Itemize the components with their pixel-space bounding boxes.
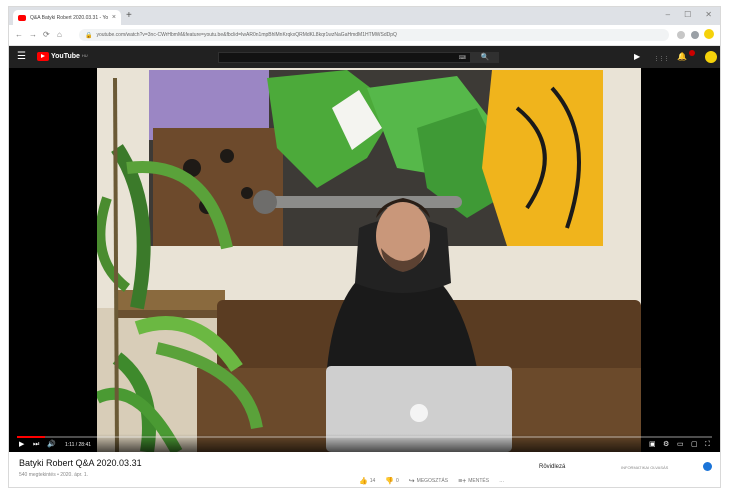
volume-icon[interactable]: 🔊 [47,440,56,449]
forward-button[interactable]: → [29,30,37,40]
back-button[interactable]: ← [15,30,23,40]
person-face [376,202,430,270]
subtitles-icon[interactable]: ▣ [649,440,656,449]
search-input[interactable]: ⌨ [218,52,471,63]
tab-strip: Q&A Batyki Robert 2020.03.31 - YouTube ×… [9,7,720,25]
like-button[interactable]: 👍 14 [359,477,375,485]
save-playlist-icon: ≡+ [458,477,467,485]
logo-wordmark: YouTube [51,53,80,60]
video-frame [97,68,641,452]
miniplayer-icon[interactable]: ▭ [677,440,684,449]
search-button[interactable]: 🔍 [471,52,499,63]
browser-window: Q&A Batyki Robert 2020.03.31 - YouTube ×… [8,6,721,488]
address-bar: ← → ⟳ ⌂ 🔒 youtube.com/watch?v=3nc-CWrHbm… [9,25,720,46]
maximize-button[interactable]: ☐ [684,10,691,20]
thumbs-up-icon: 👍 [359,478,368,485]
theater-mode-icon[interactable]: ▢ [691,440,698,449]
channel-avatar[interactable] [703,462,712,471]
tab-title: Q&A Batyki Robert 2020.03.31 - YouTube [30,14,108,21]
youtube-play-logo-icon [37,52,49,61]
menu-icon[interactable]: ☰ [17,52,26,62]
notification-badge [689,50,695,56]
thumbs-down-icon: 👎 [385,478,394,485]
new-tab-button[interactable]: + [126,10,132,22]
keyboard-icon[interactable]: ⌨ [459,55,466,61]
minimize-button[interactable]: – [666,10,670,20]
progress-bar[interactable] [17,436,712,438]
apps-grid-icon[interactable]: ⋮⋮⋮ [654,54,669,64]
close-window-button[interactable]: ✕ [705,10,712,20]
plant-stem [113,77,119,452]
youtube-logo[interactable]: YouTube HU [37,52,88,61]
painting-dot [220,149,234,163]
share-icon: ↪ [408,478,415,485]
notifications-bell-icon[interactable]: 🔔 [677,52,687,62]
channel-name[interactable]: Rövidlezá [539,464,565,470]
close-tab-icon[interactable]: × [112,14,116,21]
youtube-favicon-icon [18,14,26,21]
share-button[interactable]: ↪ MEGOSZTÁS [409,477,448,485]
profile-icon[interactable] [704,29,714,39]
painting-yellow-shape [482,70,603,246]
laptop-logo [410,404,428,422]
home-button[interactable]: ⌂ [57,30,62,40]
reload-button[interactable]: ⟳ [43,30,50,40]
dislike-button[interactable]: 👎 0 [385,477,399,485]
progress-fill [17,436,45,438]
extension-icon[interactable] [691,31,699,39]
next-icon[interactable]: ⏭ [33,440,39,449]
video-title: Batyki Robert Q&A 2020.03.31 [19,458,142,468]
video-player[interactable]: ▶ ⏭ 🔊 1:11 / 28:41 ▣ ⚙ ▭ ▢ ⛶ [9,68,720,452]
logo-region: HU [81,52,88,58]
save-button[interactable]: ≡+ MENTÉS [458,478,489,485]
video-meta: 540 megtekintés • 2020. ápr. 1. [19,472,89,478]
painting-grey-knob [253,190,277,214]
save-label: MENTÉS [468,478,490,484]
fullscreen-icon[interactable]: ⛶ [705,440,710,449]
subscribe-info[interactable]: INFORMATIKAI OLVASÁS [621,465,668,470]
like-count: 14 [369,478,376,484]
youtube-header: ☰ YouTube HU ⌨ 🔍 ▶ ⋮⋮⋮ 🔔 [9,46,720,68]
time-display: 1:11 / 28:41 [65,442,92,448]
browser-tab[interactable]: Q&A Batyki Robert 2020.03.31 - YouTube × [13,10,121,25]
video-actions: 👍 14 👎 0 ↪ MEGOSZTÁS ≡+ MENTÉS … [359,477,504,486]
url-input[interactable]: 🔒 youtube.com/watch?v=3nc-CWrHbmM&featur… [79,29,669,41]
window-controls: – ☐ ✕ [666,10,712,20]
more-actions-button[interactable]: … [499,478,504,484]
url-text: youtube.com/watch?v=3nc-CWrHbmM&feature=… [96,32,397,38]
dislike-count: 0 [396,478,399,484]
share-label: MEGOSZTÁS [416,478,449,484]
painting-grey-bar [262,196,462,208]
create-video-icon[interactable]: ▶ [634,52,640,62]
lock-icon: 🔒 [85,32,93,39]
avatar[interactable] [705,51,717,63]
player-controls: ▶ ⏭ 🔊 1:11 / 28:41 ▣ ⚙ ▭ ▢ ⛶ [9,434,720,452]
play-icon[interactable]: ▶ [19,440,24,449]
painting-dot [241,187,253,199]
star-icon[interactable] [677,31,685,39]
settings-gear-icon[interactable]: ⚙ [663,440,669,449]
